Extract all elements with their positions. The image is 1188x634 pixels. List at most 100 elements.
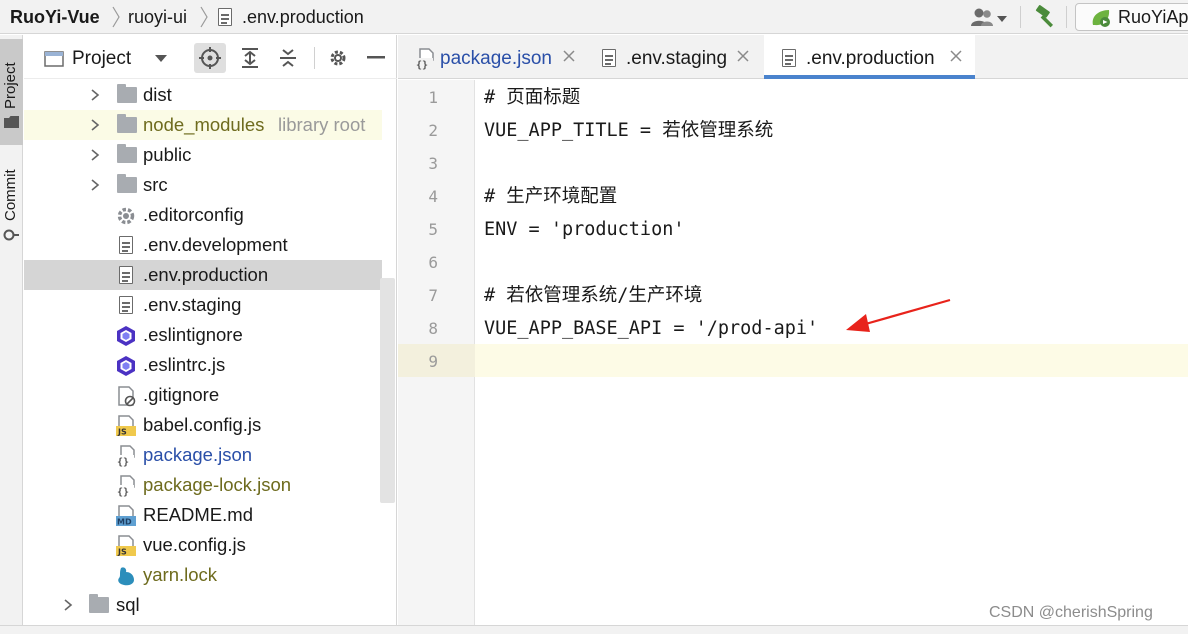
tab-label: package.json: [440, 48, 552, 69]
current-line-highlight: [398, 344, 1188, 377]
code-line[interactable]: VUE_APP_TITLE = 若依管理系统: [484, 114, 773, 147]
folder-icon: [89, 594, 109, 613]
code-line[interactable]: # 生产环境配置: [484, 180, 617, 213]
text-file-icon: [119, 296, 133, 314]
chevron-right-icon[interactable]: [88, 118, 102, 132]
line-number: 5: [428, 220, 438, 239]
tree-item-sql[interactable]: sql: [24, 590, 382, 620]
tree-item-label: .eslintrc.js: [143, 354, 226, 375]
eslint-icon: [117, 356, 135, 376]
tree-item-node-modules[interactable]: node_modules library root: [24, 110, 382, 140]
tree-item-env-staging[interactable]: .env.staging: [24, 290, 382, 320]
tree-item-package-lock-json[interactable]: {} package-lock.json: [24, 470, 382, 500]
expand-all-icon: [242, 48, 258, 68]
project-tree-scrollbar[interactable]: [380, 278, 395, 503]
code-line[interactable]: # 若依管理系统/生产环境: [484, 279, 702, 312]
code-line[interactable]: # 页面标题: [484, 81, 580, 114]
breadcrumb-file[interactable]: .env.production: [242, 0, 364, 34]
select-opened-file-button[interactable]: [194, 43, 226, 73]
library-root-note: library root: [278, 114, 366, 135]
tab-env-staging[interactable]: .env.staging: [594, 35, 760, 79]
chevron-right-icon[interactable]: [61, 598, 75, 612]
tree-item-label: package.json: [143, 444, 253, 465]
gear-icon: [330, 50, 346, 66]
run-configuration-label: RuoYiAp: [1118, 7, 1188, 27]
json-file-icon: {}: [415, 48, 434, 70]
tree-item-env-development[interactable]: .env.development: [24, 230, 382, 260]
annotation-arrow-icon: [846, 298, 951, 332]
chevron-down-icon[interactable]: [154, 54, 168, 64]
breadcrumb-separator-icon: [112, 6, 120, 28]
text-file-icon: [782, 49, 796, 67]
tool-tab-project-label: Project: [2, 62, 19, 109]
tool-tab-project[interactable]: Project: [0, 39, 23, 145]
hammer-icon[interactable]: [1033, 5, 1059, 29]
svg-text:JS: JS: [117, 548, 127, 557]
chevron-right-icon[interactable]: [88, 88, 102, 102]
line-number: 9: [428, 352, 438, 371]
tab-env-production[interactable]: .env.production: [764, 35, 975, 79]
toolbar-divider: [1066, 6, 1067, 28]
tab-label: .env.production: [806, 48, 935, 69]
code-line[interactable]: ENV = 'production': [484, 213, 684, 246]
chevron-right-icon[interactable]: [88, 148, 102, 162]
tab-label: .env.staging: [626, 48, 728, 69]
close-icon[interactable]: [735, 48, 751, 64]
tool-window-strip: Project Commit: [0, 35, 23, 634]
chevron-right-icon[interactable]: [88, 178, 102, 192]
toolbar-divider: [1020, 6, 1021, 28]
tree-item-label: yarn.lock: [143, 564, 218, 585]
folder-icon: [117, 174, 137, 193]
code-line[interactable]: VUE_APP_BASE_API = '/prod-api': [484, 312, 818, 345]
spring-boot-icon: [1092, 10, 1110, 27]
tool-tab-commit[interactable]: Commit: [0, 153, 23, 251]
line-number: 7: [428, 286, 438, 305]
watermark: CSDN @cherishSpring: [989, 604, 1153, 621]
tree-item-label: package-lock.json: [143, 474, 292, 495]
line-number: 6: [428, 253, 438, 272]
tree-item-label: sql: [116, 594, 140, 615]
tree-item-babel-config[interactable]: JS babel.config.js: [24, 410, 382, 440]
project-panel-header: Project: [24, 35, 397, 79]
tree-item-readme[interactable]: MD README.md: [24, 500, 382, 530]
tree-item-label: babel.config.js: [143, 414, 262, 435]
svg-text:{}: {}: [117, 487, 129, 497]
line-number: 2: [428, 121, 438, 140]
yarn-icon: [118, 567, 134, 586]
tree-item-editorconfig[interactable]: .editorconfig: [24, 200, 382, 230]
collapse-all-button[interactable]: [272, 43, 304, 73]
tree-item-eslintignore[interactable]: .eslintignore: [24, 320, 382, 350]
tree-item-public[interactable]: public: [24, 140, 382, 170]
hide-panel-button[interactable]: [360, 43, 392, 73]
line-number: 1: [428, 88, 438, 107]
breadcrumb-folder[interactable]: ruoyi-ui: [128, 0, 187, 34]
project-panel-title[interactable]: Project: [72, 35, 131, 83]
tab-package-json[interactable]: {} package.json: [406, 35, 584, 79]
tree-item-dist[interactable]: dist: [24, 80, 382, 110]
close-icon[interactable]: [948, 48, 964, 64]
tree-item-label: .env.development: [143, 234, 288, 255]
folder-icon: [4, 116, 19, 128]
tree-item-label: vue.config.js: [143, 534, 246, 555]
tree-item-yarn-lock[interactable]: yarn.lock: [24, 560, 382, 590]
close-icon[interactable]: [561, 48, 577, 64]
tree-item-label: README.md: [143, 504, 253, 525]
text-file-icon: [119, 266, 133, 284]
tree-item-gitignore[interactable]: .gitignore: [24, 380, 382, 410]
run-configuration-selector[interactable]: RuoYiAp: [1075, 3, 1188, 31]
tree-item-label: src: [143, 174, 168, 195]
settings-button[interactable]: [322, 43, 354, 73]
eslint-icon: [117, 326, 135, 346]
expand-all-button[interactable]: [234, 43, 266, 73]
javascript-file-icon: JS: [116, 415, 136, 437]
tree-item-env-production[interactable]: .env.production: [24, 260, 382, 290]
user-icon[interactable]: [970, 7, 1010, 29]
tree-item-src[interactable]: src: [24, 170, 382, 200]
tree-item-package-json[interactable]: {} package.json: [24, 440, 382, 470]
tree-item-vue-config[interactable]: JS vue.config.js: [24, 530, 382, 560]
javascript-file-icon: JS: [116, 535, 136, 557]
tree-item-eslintrc[interactable]: .eslintrc.js: [24, 350, 382, 380]
tree-item-label: .env.production: [143, 264, 269, 285]
breadcrumb-project[interactable]: RuoYi-Vue: [10, 0, 100, 34]
gear-file-icon: [117, 207, 135, 225]
